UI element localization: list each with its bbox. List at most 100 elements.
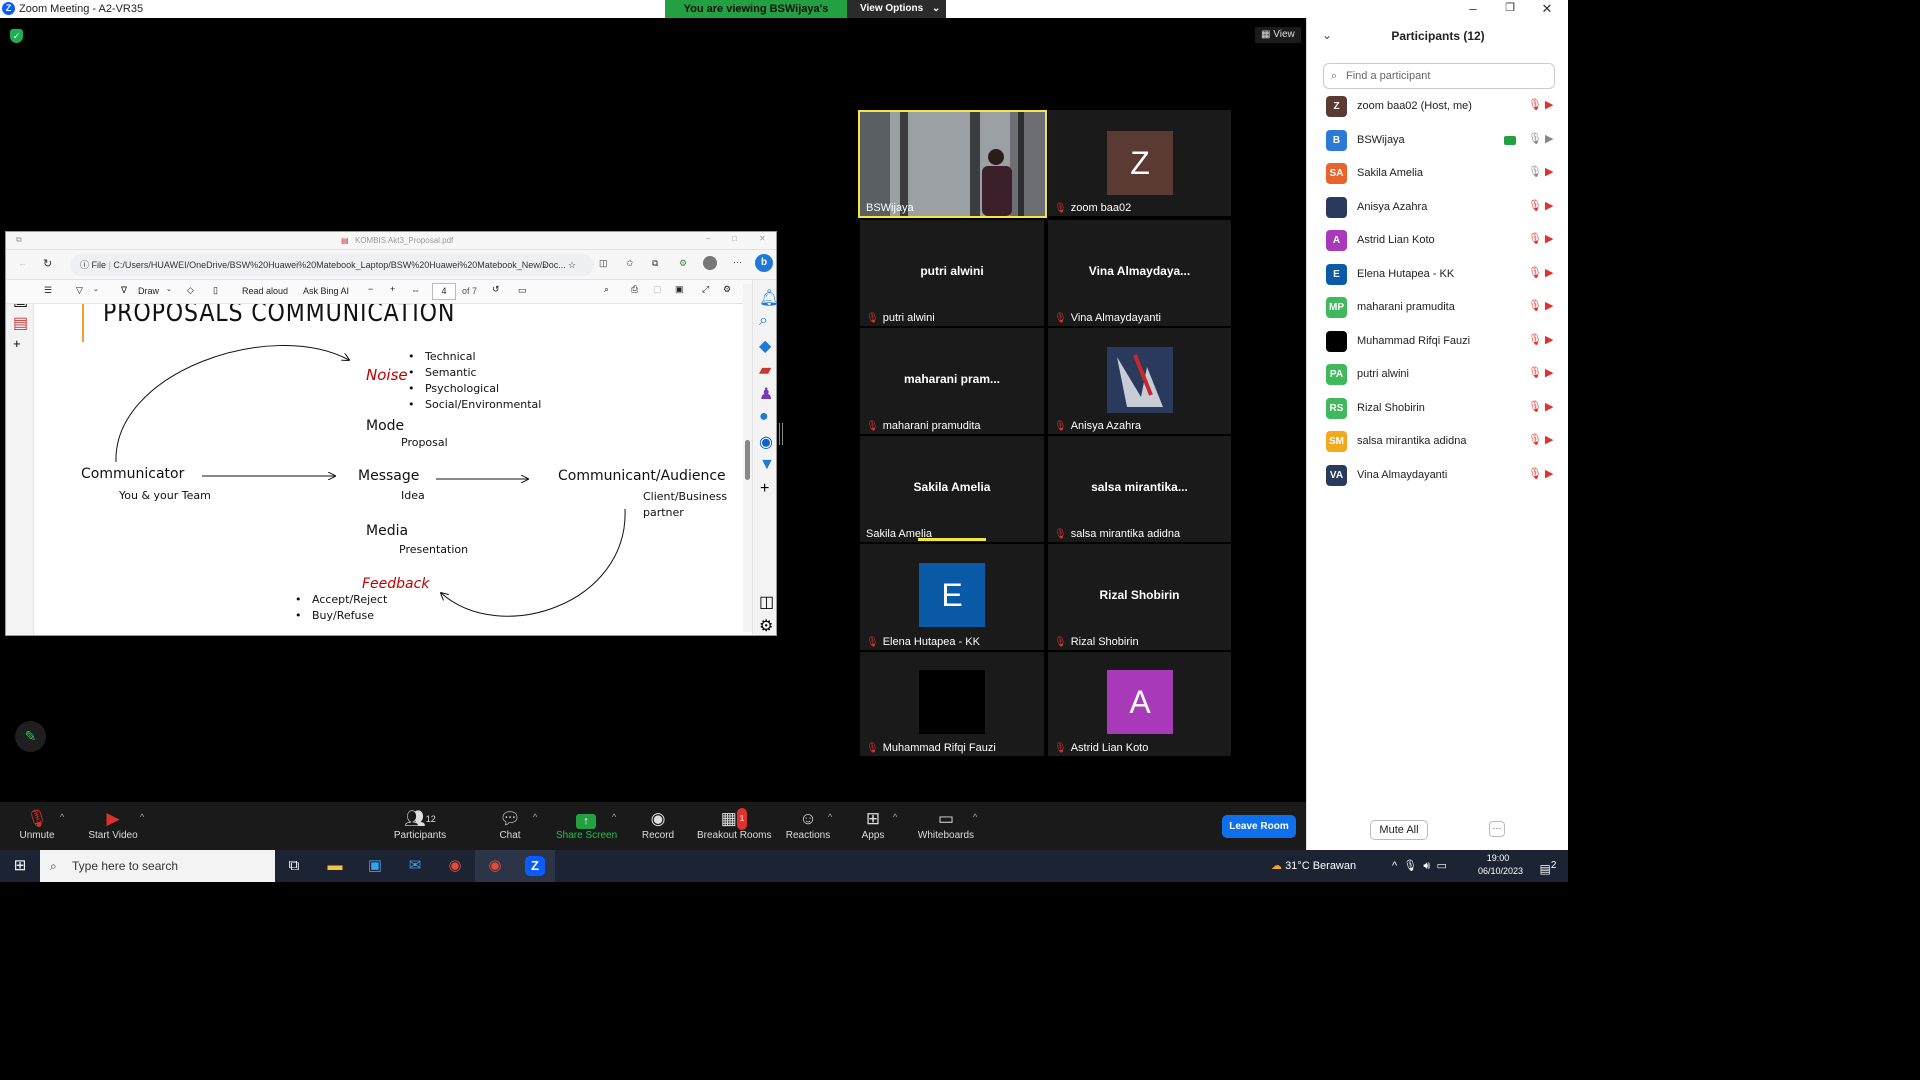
video-tile-elena[interactable]: E 🎙︎ Elena Hutapea - KK	[860, 544, 1044, 650]
back-icon[interactable]: ←	[18, 258, 27, 268]
apps-button[interactable]: ⊞ Apps	[858, 808, 888, 841]
participant-row[interactable]: B BSWijaya 🎙︎ ▶︎	[1307, 124, 1569, 157]
settings-gear-icon[interactable]: ⚙	[759, 616, 773, 636]
mute-all-button[interactable]: Mute All	[1370, 820, 1428, 840]
taskbar-search-input[interactable]: ⌕ Type here to search	[40, 850, 275, 882]
mic-muted-icon[interactable]: 🎙︎	[1528, 333, 1542, 346]
extension-icon[interactable]: ⚙	[679, 258, 687, 269]
view-options-button[interactable]: View Options ⌄	[847, 0, 946, 18]
fit-width-icon[interactable]: ⇔	[411, 285, 420, 295]
reactions-button[interactable]: ☺︎ Reactions	[785, 808, 831, 841]
chrome-icon[interactable]: ◉	[435, 850, 475, 882]
mic-muted-icon[interactable]: 🎙︎	[1528, 98, 1542, 111]
participants-button[interactable]: 👥︎12 Participants	[392, 808, 448, 841]
draw-button[interactable]: Draw	[138, 286, 159, 296]
chat-button[interactable]: 💬︎ Chat	[496, 808, 524, 841]
print-icon[interactable]: ⎙	[631, 284, 638, 295]
video-off-icon[interactable]: ▶︎	[1545, 366, 1553, 379]
mic-muted-icon[interactable]: 🎙︎	[1528, 433, 1542, 446]
games-icon[interactable]: ♟	[759, 384, 773, 404]
more-options-button[interactable]: ···	[1489, 821, 1505, 837]
taskbar-clock[interactable]: 19:00 06/10/2023	[1478, 852, 1523, 878]
eraser-icon[interactable]: ◇	[187, 285, 194, 296]
participant-row[interactable]: A Astrid Lian Koto 🎙︎ ▶︎	[1307, 224, 1569, 257]
outlook-icon[interactable]: ◉	[759, 432, 773, 452]
tray-expand-icon[interactable]: ^	[1392, 860, 1397, 872]
split-screen-icon[interactable]: ◫	[599, 258, 608, 269]
zoom-out-icon[interactable]: −	[368, 284, 373, 294]
share-chevron-icon[interactable]: ^	[612, 812, 616, 822]
save-as-icon[interactable]: ▣	[675, 284, 684, 295]
fullscreen-icon[interactable]: ⤢	[702, 284, 709, 295]
mic-muted-icon[interactable]: 🎙︎	[1528, 400, 1542, 413]
video-tile-zoom-baa02[interactable]: Z 🎙︎ zoom baa02	[1048, 110, 1231, 216]
minimize-icon[interactable]: –	[1458, 1, 1488, 16]
tag-icon[interactable]: ◆	[759, 336, 771, 356]
participant-row[interactable]: RS Rizal Shobirin 🎙︎ ▶︎	[1307, 392, 1569, 425]
bell-icon[interactable]: 🔔︎	[759, 288, 779, 308]
record-button[interactable]: ◉ Record	[641, 808, 675, 841]
video-tile-salsa[interactable]: salsa mirantika... 🎙︎ salsa mirantika adi…	[1048, 436, 1231, 542]
rotate-icon[interactable]: ↺	[492, 284, 500, 295]
page-view-icon[interactable]: ▭	[518, 285, 527, 296]
video-tile-sakila[interactable]: Sakila Amelia Sakila Amelia	[860, 436, 1044, 542]
draw-icon[interactable]: ∇	[121, 285, 127, 296]
apps-chevron-icon[interactable]: ^	[893, 812, 897, 822]
zoom-icon[interactable]: ⌕	[542, 254, 547, 276]
video-off-icon[interactable]: ▶︎	[1545, 433, 1553, 446]
mic-on-icon[interactable]: 🎙︎	[1528, 132, 1542, 145]
mic-muted-icon[interactable]: 🎙︎	[1528, 467, 1542, 480]
bing-copilot-icon[interactable]: b	[755, 254, 773, 272]
scrollbar-thumb[interactable]	[745, 440, 750, 480]
mic-muted-icon[interactable]: 🎙︎	[1528, 366, 1542, 379]
whiteboards-button[interactable]: ▭ Whiteboards	[917, 808, 975, 841]
video-tile-bswijaya[interactable]: BSWijaya	[858, 110, 1047, 218]
video-tile-vina[interactable]: Vina Almaydaya... 🎙︎ Vina Almaydayanti	[1048, 220, 1231, 326]
video-off-icon[interactable]: ▶︎	[1545, 266, 1553, 279]
restore-icon[interactable]: □	[732, 234, 737, 243]
close-icon[interactable]: ✕	[1532, 1, 1562, 17]
unmute-button[interactable]: 🎙︎ Unmute	[18, 808, 56, 841]
video-off-icon[interactable]: ▶︎	[1545, 333, 1553, 346]
windows-start-icon[interactable]: ⊞	[0, 850, 40, 882]
weather-widget[interactable]: ☁ 31°C Berawan	[1271, 850, 1356, 882]
settings-gear-icon[interactable]: ⚙	[723, 284, 731, 295]
video-tile-rizal[interactable]: Rizal Shobirin 🎙︎ Rizal Shobirin	[1048, 544, 1231, 650]
breakout-rooms-button[interactable]: ▦ 1 Breakout Rooms	[697, 808, 771, 841]
video-off-icon[interactable]: ▶︎	[1545, 467, 1553, 480]
microphone-icon[interactable]: 🎙︎	[1403, 860, 1417, 872]
collections-icon[interactable]: ⧉	[652, 258, 658, 269]
add-icon[interactable]: +	[760, 480, 769, 498]
annotate-pencil-icon[interactable]: ✎	[15, 721, 46, 752]
mic-muted-icon[interactable]: 🎙︎	[1528, 199, 1542, 212]
browser-tab-title[interactable]: KOMBIS Akt3_Proposal.pdf	[355, 236, 453, 245]
chrome-active-icon[interactable]: ◉	[475, 850, 515, 882]
video-tile-anisya[interactable]: 🎙︎ Anisya Azahra	[1048, 328, 1231, 434]
mic-muted-icon[interactable]: 🎙︎	[1528, 299, 1542, 312]
contents-icon[interactable]: ☰	[44, 285, 52, 296]
participant-row[interactable]: MP maharani pramudita 🎙︎ ▶︎	[1307, 291, 1569, 324]
participant-row[interactable]: Muhammad Rifqi Fauzi 🎙︎ ▶︎	[1307, 325, 1569, 358]
save-icon[interactable]: ▢	[653, 284, 662, 295]
shopping-icon[interactable]: ▼	[759, 456, 775, 474]
restore-icon[interactable]: ❐	[1495, 1, 1525, 14]
profile-avatar[interactable]	[703, 256, 717, 270]
video-tile-muhammad[interactable]: 🎙︎ Muhammad Rifqi Fauzi	[860, 652, 1044, 756]
video-off-icon[interactable]: ▶︎	[1545, 299, 1553, 312]
video-options-chevron-icon[interactable]: ^	[140, 812, 144, 822]
volume-icon[interactable]: 🔊︎	[1423, 860, 1430, 872]
share-screen-button[interactable]: ↑ Share Screen	[556, 808, 617, 841]
network-icon[interactable]: ▭	[1436, 860, 1446, 872]
pdf-document-icon[interactable]: ▤	[13, 313, 28, 333]
sidebar-icon[interactable]: ◫	[759, 592, 774, 612]
refresh-icon[interactable]: ↻	[43, 257, 52, 270]
chat-chevron-icon[interactable]: ^	[533, 812, 537, 822]
audio-options-chevron-icon[interactable]: ^	[60, 812, 64, 822]
participant-row[interactable]: Anisya Azahra 🎙︎ ▶︎	[1307, 191, 1569, 224]
view-button[interactable]: ▦ View	[1255, 27, 1301, 43]
participant-row[interactable]: SM salsa mirantika adidna 🎙︎ ▶︎	[1307, 425, 1569, 458]
leave-room-button[interactable]: Leave Room	[1222, 815, 1296, 838]
mic-on-icon[interactable]: 🎙︎	[1528, 165, 1542, 178]
participant-row[interactable]: VA Vina Almaydayanti 🎙︎ ▶︎	[1307, 459, 1569, 492]
reactions-chevron-icon[interactable]: ^	[828, 812, 832, 822]
